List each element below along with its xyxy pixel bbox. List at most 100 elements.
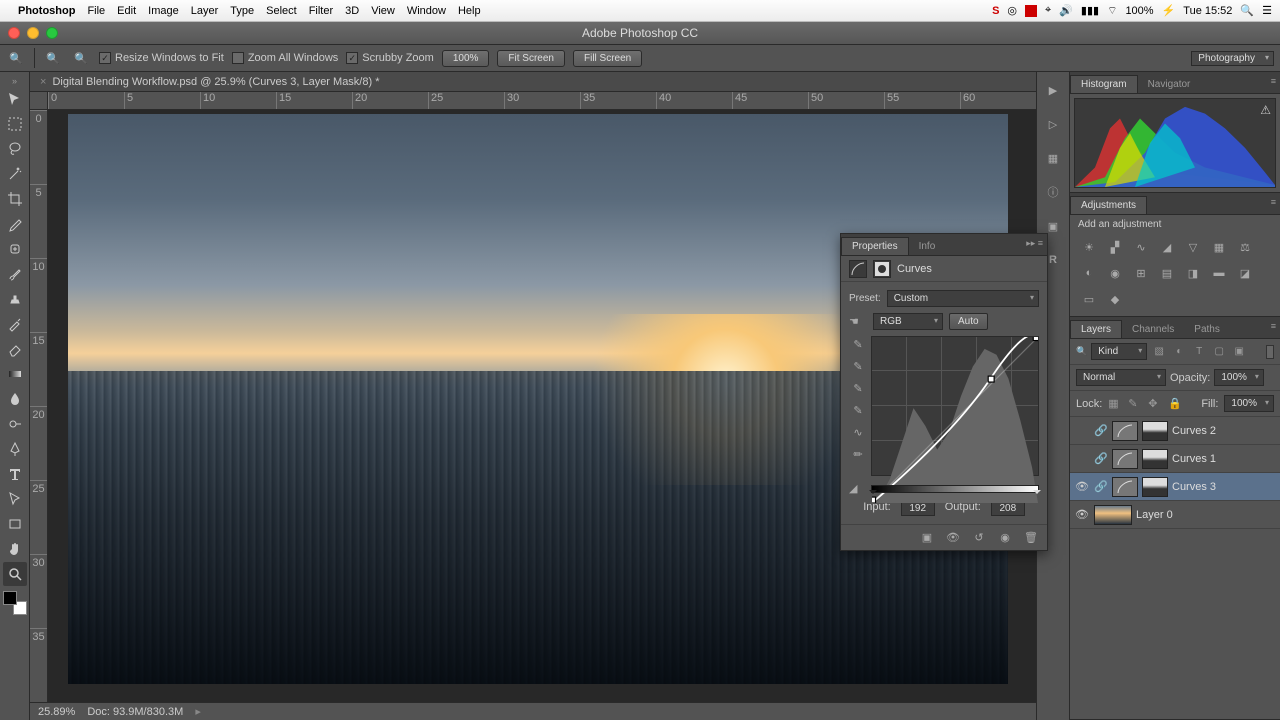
- menu-file[interactable]: File: [87, 5, 105, 17]
- tab-adjustments[interactable]: Adjustments: [1070, 196, 1147, 214]
- adj-balance-icon[interactable]: ⚖: [1236, 238, 1254, 256]
- window-close-button[interactable]: [8, 27, 20, 39]
- menu-image[interactable]: Image: [148, 5, 179, 17]
- zoom-in-icon[interactable]: 🔍: [43, 48, 63, 68]
- properties-flyout-icon[interactable]: ▸▸ ≡: [1026, 238, 1043, 249]
- lasso-tool[interactable]: [3, 137, 27, 161]
- window-minimize-button[interactable]: [27, 27, 39, 39]
- move-tool[interactable]: [3, 87, 27, 111]
- layer-link-icon[interactable]: 🔗: [1094, 424, 1108, 437]
- menu-window[interactable]: Window: [407, 5, 446, 17]
- eyedropper-tool[interactable]: [3, 212, 27, 236]
- layer-thumb[interactable]: [1094, 505, 1132, 525]
- menu-view[interactable]: View: [371, 5, 395, 17]
- layers-flyout-icon[interactable]: ≡: [1271, 321, 1276, 331]
- adj-vibrance-icon[interactable]: ▽: [1184, 238, 1202, 256]
- layer-thumb[interactable]: [1112, 421, 1138, 441]
- zoom-level[interactable]: 25.89%: [38, 706, 75, 718]
- layer-visibility-toggle[interactable]: 👁: [1074, 480, 1090, 493]
- curves-draw-icon[interactable]: ✏: [850, 446, 866, 462]
- layer-visibility-toggle[interactable]: 👁: [1074, 508, 1090, 521]
- doc-info[interactable]: Doc: 93.9M/830.3M: [87, 706, 183, 718]
- fit-screen-button[interactable]: Fit Screen: [497, 50, 565, 67]
- filter-type-icon[interactable]: T: [1191, 344, 1207, 360]
- adj-selective-color-icon[interactable]: ◆: [1106, 290, 1124, 308]
- layer-link-icon[interactable]: 🔗: [1094, 480, 1108, 493]
- channel-select[interactable]: RGB: [873, 313, 943, 330]
- magic-wand-tool[interactable]: [3, 162, 27, 186]
- status-icon-s[interactable]: S: [992, 5, 999, 17]
- layer-filter-kind[interactable]: Kind: [1091, 343, 1147, 360]
- curves-clip-icon[interactable]: ◢: [849, 482, 867, 495]
- menu-layer[interactable]: Layer: [191, 5, 219, 17]
- blend-mode-select[interactable]: Normal: [1076, 369, 1166, 386]
- window-zoom-button[interactable]: [46, 27, 58, 39]
- tab-layers[interactable]: Layers: [1070, 320, 1122, 338]
- menu-extras-icon[interactable]: ☰: [1262, 4, 1272, 17]
- clone-stamp-tool[interactable]: [3, 287, 27, 311]
- fill-value[interactable]: 100%: [1224, 395, 1274, 412]
- filter-toggle[interactable]: [1266, 345, 1274, 359]
- ruler-origin[interactable]: [30, 92, 48, 110]
- histogram-display[interactable]: ⚠: [1074, 98, 1276, 188]
- layer-name[interactable]: Curves 2: [1172, 425, 1216, 437]
- curves-graph[interactable]: [871, 336, 1039, 476]
- ruler-horizontal[interactable]: 051015202530354045505560: [48, 92, 1036, 110]
- crop-tool[interactable]: [3, 187, 27, 211]
- auto-button[interactable]: Auto: [949, 313, 988, 330]
- layer-mask-thumb[interactable]: [1142, 421, 1168, 441]
- history-brush-tool[interactable]: [3, 312, 27, 336]
- dock-info-icon[interactable]: ⓘ: [1043, 182, 1063, 202]
- filter-adjustment-icon[interactable]: ◐: [1171, 344, 1187, 360]
- menu-edit[interactable]: Edit: [117, 5, 136, 17]
- volume-icon[interactable]: 🔊: [1059, 4, 1073, 17]
- zoom-100-button[interactable]: 100%: [442, 50, 490, 67]
- toggle-visibility-icon[interactable]: 👁: [945, 530, 961, 546]
- zoom-tool[interactable]: [3, 562, 27, 586]
- clip-to-layer-icon[interactable]: ▣: [919, 530, 935, 546]
- output-value[interactable]: [991, 501, 1025, 516]
- spotlight-icon[interactable]: 🔍: [1240, 4, 1254, 17]
- bluetooth-icon[interactable]: ⌖: [1045, 4, 1051, 17]
- layer-row[interactable]: 👁 Layer 0: [1070, 501, 1280, 529]
- document-tab[interactable]: × Digital Blending Workflow.psd @ 25.9% …: [30, 72, 1036, 92]
- healing-brush-tool[interactable]: [3, 237, 27, 261]
- layer-thumb[interactable]: [1112, 449, 1138, 469]
- menu-3d[interactable]: 3D: [345, 5, 359, 17]
- layer-name[interactable]: Layer 0: [1136, 509, 1173, 521]
- lock-position-icon[interactable]: ✥: [1148, 397, 1162, 411]
- menu-help[interactable]: Help: [458, 5, 481, 17]
- adj-bw-icon[interactable]: ◐: [1080, 264, 1098, 282]
- layer-thumb[interactable]: [1112, 477, 1138, 497]
- dock-swatch-icon[interactable]: ▦: [1043, 148, 1063, 168]
- tab-properties[interactable]: Properties: [841, 237, 909, 255]
- hand-tool[interactable]: [3, 537, 27, 561]
- adj-channel-mixer-icon[interactable]: ⊞: [1132, 264, 1150, 282]
- filter-pixel-icon[interactable]: ▧: [1151, 344, 1167, 360]
- menu-select[interactable]: Select: [266, 5, 297, 17]
- layer-link-icon[interactable]: 🔗: [1094, 452, 1108, 465]
- adj-exposure-icon[interactable]: ◢: [1158, 238, 1176, 256]
- status-icon-red-square[interactable]: [1025, 5, 1037, 17]
- blur-tool[interactable]: [3, 387, 27, 411]
- current-tool-icon[interactable]: 🔍: [6, 48, 26, 68]
- histogram-flyout-icon[interactable]: ≡: [1271, 76, 1276, 86]
- curves-sampler-icon[interactable]: ✎: [850, 336, 866, 352]
- lock-pixels-icon[interactable]: ✎: [1128, 397, 1142, 411]
- curves-white-sampler-icon[interactable]: ✎: [850, 402, 866, 418]
- targeted-adjustment-icon[interactable]: ☚: [849, 315, 867, 328]
- adj-brightness-icon[interactable]: ☀: [1080, 238, 1098, 256]
- pen-tool[interactable]: [3, 437, 27, 461]
- curves-gray-sampler-icon[interactable]: ✎: [850, 380, 866, 396]
- eraser-tool[interactable]: [3, 337, 27, 361]
- adj-hue-icon[interactable]: ▦: [1210, 238, 1228, 256]
- curves-black-sampler-icon[interactable]: ✎: [850, 358, 866, 374]
- toolbox-collapse-icon[interactable]: »: [12, 76, 17, 86]
- dock-play-icon[interactable]: ▷: [1043, 114, 1063, 134]
- resize-windows-checkbox[interactable]: ✓Resize Windows to Fit: [99, 52, 224, 64]
- status-icon-target[interactable]: ◎: [1007, 4, 1017, 17]
- adj-invert-icon[interactable]: ◨: [1184, 264, 1202, 282]
- dodge-tool[interactable]: [3, 412, 27, 436]
- tab-navigator[interactable]: Navigator: [1138, 76, 1201, 93]
- opacity-value[interactable]: 100%: [1214, 369, 1264, 386]
